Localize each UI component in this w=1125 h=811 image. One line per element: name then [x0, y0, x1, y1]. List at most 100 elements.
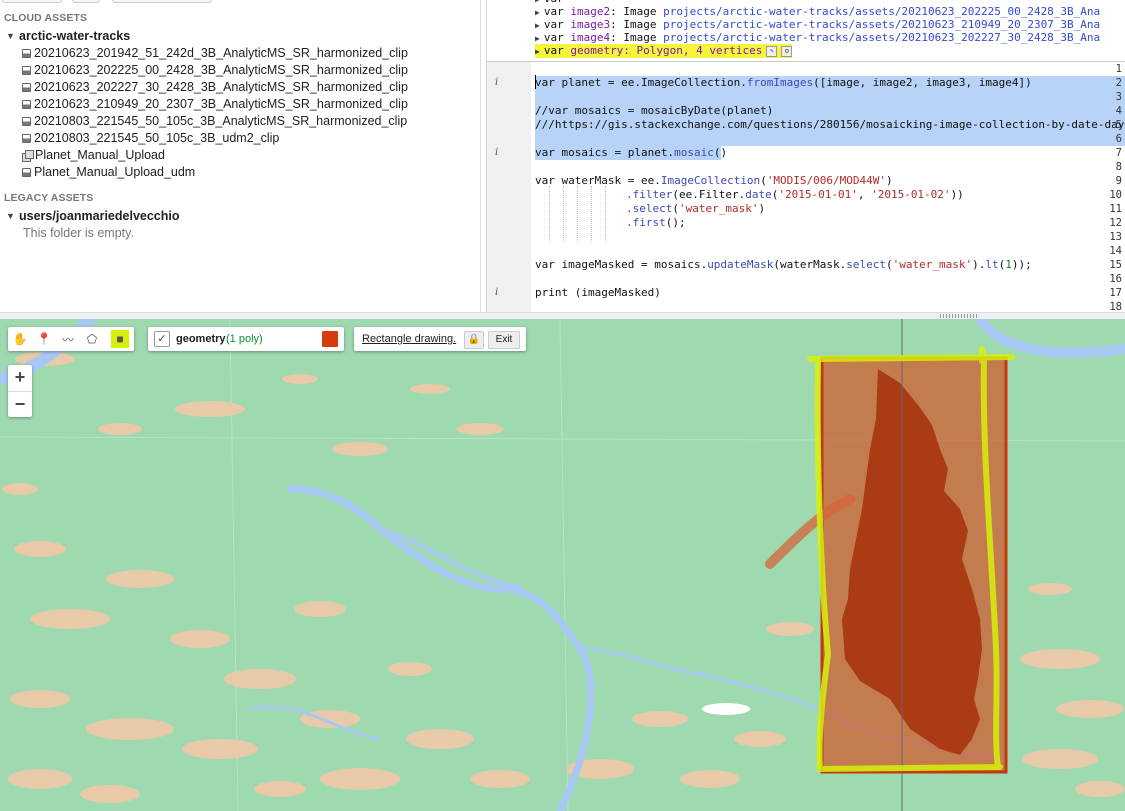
code-editor[interactable]: ▶var ▶var image2: Image projects/arctic-…: [486, 0, 1125, 312]
caret-down-icon[interactable]: ▼: [6, 211, 15, 221]
code-line-2[interactable]: var planet = ee.ImageCollection.fromImag…: [535, 76, 1032, 90]
asset-item[interactable]: Planet_Manual_Upload_udm: [22, 165, 195, 179]
line-number: 1: [1115, 63, 1122, 75]
line-number: 10: [1109, 189, 1122, 201]
triangle-right-icon[interactable]: ▶: [535, 0, 540, 4]
code-line-15[interactable]: var imageMasked = mosaics.updateMask(wat…: [535, 258, 1032, 272]
project-name: arctic-water-tracks: [19, 29, 131, 43]
asset-item[interactable]: 20210623_202225_00_2428_3B_AnalyticMS_SR…: [22, 63, 408, 77]
asset-label: Planet_Manual_Upload_udm: [34, 165, 196, 179]
import-path: projects/arctic-water-tracks/assets/2021…: [663, 18, 1101, 31]
edit-geometry-icon[interactable]: ✎: [766, 45, 778, 57]
snow-patch: [702, 703, 750, 715]
code-line-12[interactable]: .first();: [626, 216, 686, 230]
geometry-import: geometry: Polygon, 4 vertices: [570, 44, 763, 57]
geometry-visibility-checkbox[interactable]: ✓: [154, 331, 170, 347]
asset-label: 20210623_202227_30_2428_3B_AnalyticMS_SR…: [34, 80, 408, 94]
line-number: 15: [1109, 259, 1122, 271]
splitter-grip-icon[interactable]: [940, 314, 978, 318]
exit-button[interactable]: Exit: [488, 331, 520, 349]
triangle-right-icon[interactable]: ▶: [535, 47, 540, 56]
marker-icon[interactable]: 📍: [35, 330, 53, 348]
lock-icon[interactable]: 🔒: [464, 331, 484, 349]
asset-item[interactable]: 20210623_210949_20_2307_3B_AnalyticMS_SR…: [22, 97, 408, 111]
import-line-image3[interactable]: ▶ var image3: Image projects/arctic-water…: [535, 18, 1100, 32]
triangle-right-icon[interactable]: ▶: [535, 21, 540, 30]
polygon-icon[interactable]: ⬠: [83, 330, 101, 348]
import-line-image4[interactable]: ▶ var image4: Image projects/arctic-water…: [535, 31, 1100, 45]
drawing-mode-label: Rectangle drawing.: [362, 333, 457, 345]
rectangle-icon[interactable]: ■: [111, 330, 129, 348]
line-number: 9: [1115, 175, 1122, 187]
import-var: image2: [570, 5, 611, 18]
new-asset-button[interactable]: [2, 0, 62, 3]
asset-item[interactable]: Planet_Manual_Upload: [22, 148, 165, 162]
code-line-10[interactable]: .filter(ee.Filter.date('2015-01-01', '20…: [626, 188, 964, 202]
geometry-layer-name[interactable]: geometry: [176, 333, 226, 345]
import-button[interactable]: [112, 0, 212, 3]
import-line-image2[interactable]: ▶ var image2: Image projects/arctic-water…: [535, 5, 1100, 19]
triangle-right-icon[interactable]: ▶: [535, 34, 540, 43]
code-line-4[interactable]: //var mosaics = mosaicByDate(planet): [535, 104, 773, 118]
indent-guide: [563, 186, 565, 242]
image-icon: [22, 48, 31, 58]
tree-root-arctic-water-tracks[interactable]: ▼ arctic-water-tracks: [6, 29, 130, 43]
line-gutter: [487, 62, 531, 312]
asset-item[interactable]: 20210623_201942_51_242d_3B_AnalyticMS_SR…: [22, 46, 408, 60]
indent-guide: [591, 186, 593, 242]
drawing-tools: ✋ 📍 〰 ⬠ ■: [8, 327, 134, 351]
image-icon: [22, 82, 31, 92]
asset-item[interactable]: 20210803_221545_50_105c_3B_udm2_clip: [22, 131, 279, 145]
var-keyword: var: [543, 18, 564, 31]
asset-label: 20210623_201942_51_242d_3B_AnalyticMS_SR…: [34, 46, 408, 60]
line-number: 16: [1109, 273, 1122, 285]
line-number: 12: [1109, 217, 1122, 229]
triangle-right-icon[interactable]: ▶: [535, 8, 540, 17]
import-type: Image: [623, 5, 657, 18]
info-icon[interactable]: i: [495, 77, 498, 88]
refresh-button[interactable]: [72, 0, 100, 3]
import-var: image3: [570, 18, 611, 31]
hand-icon[interactable]: ✋: [11, 330, 29, 348]
import-path: projects/arctic-water-tracks/assets/2021…: [663, 5, 1101, 18]
info-icon[interactable]: i: [495, 287, 498, 298]
asset-item[interactable]: 20210803_221545_50_105c_3B_AnalyticMS_SR…: [22, 114, 407, 128]
info-icon[interactable]: i: [495, 147, 498, 158]
asset-label: 20210803_221545_50_105c_3B_AnalyticMS_SR…: [34, 114, 408, 128]
settings-icon[interactable]: ⚙: [781, 45, 793, 57]
code-line-9[interactable]: var waterMask = ee.ImageCollection('MODI…: [535, 174, 893, 188]
import-path: projects/arctic-water-tracks/assets/2021…: [663, 31, 1101, 44]
geometry-layer-panel: ✓ geometry (1 poly): [148, 327, 344, 351]
line-number: 18: [1109, 301, 1122, 312]
zoom-in-button[interactable]: +: [8, 365, 32, 391]
zoom-out-button[interactable]: −: [8, 391, 32, 418]
asset-item[interactable]: 20210623_202227_30_2428_3B_AnalyticMS_SR…: [22, 80, 408, 94]
assets-panel: CLOUD ASSETS ▼ arctic-water-tracks 20210…: [0, 0, 481, 312]
indent-guide: [549, 186, 551, 242]
indent-guide: [577, 186, 579, 242]
line-number: 14: [1109, 245, 1122, 257]
zoom-control: + −: [8, 365, 32, 417]
asset-label: Planet_Manual_Upload: [35, 148, 165, 162]
tree-root-legacy-user[interactable]: ▼ users/joanmariedelvecchio: [6, 209, 180, 223]
drawing-mode-panel: Rectangle drawing. 🔒 Exit: [354, 327, 526, 351]
geometry-count: (1 poly): [226, 333, 263, 345]
import-type: Image: [623, 18, 657, 31]
map-canvas[interactable]: [0, 319, 1125, 811]
import-var: image4: [570, 31, 611, 44]
map-view[interactable]: ✋ 📍 〰 ⬠ ■ ✓ geometry (1 poly) Rectangle …: [0, 319, 1125, 811]
indent-guide: [605, 186, 607, 242]
var-keyword: var: [543, 31, 564, 44]
import-line-geometry[interactable]: ▶ var geometry: Polygon, 4 vertices ✎ ⚙: [535, 44, 793, 58]
line-icon[interactable]: 〰: [59, 330, 77, 348]
asset-label: 20210803_221545_50_105c_3B_udm2_clip: [34, 131, 280, 145]
code-line-11[interactable]: .select('water_mask'): [626, 202, 765, 216]
image-icon: [22, 167, 31, 177]
caret-down-icon[interactable]: ▼: [6, 31, 15, 41]
code-line-5[interactable]: ///https://gis.stackexchange.com/questio…: [535, 118, 1125, 132]
legacy-assets-heading: LEGACY ASSETS: [4, 192, 94, 204]
code-line-7[interactable]: var mosaics = planet.mosaic(): [535, 146, 727, 160]
geometry-color-swatch[interactable]: [322, 331, 338, 347]
imports-divider: [487, 61, 1125, 62]
code-line-17[interactable]: print (imageMasked): [535, 286, 661, 300]
